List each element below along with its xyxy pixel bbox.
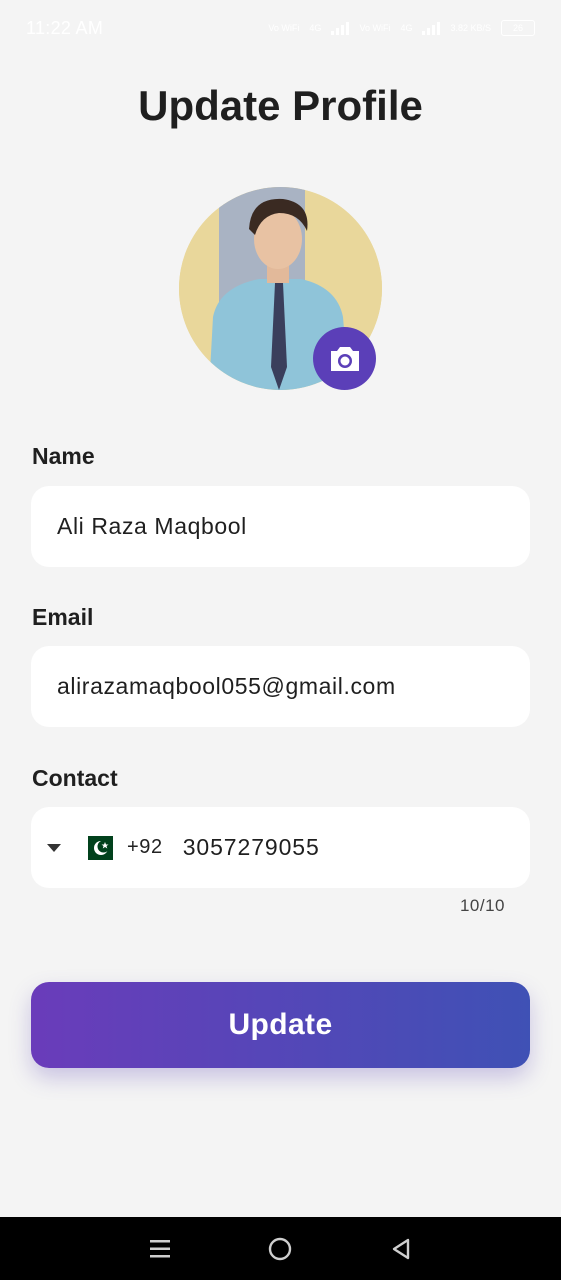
dial-code: +92	[127, 836, 163, 858]
network-label-1: Vo WiFi	[268, 23, 300, 33]
status-time: 11:22 AM	[26, 17, 104, 38]
home-button[interactable]	[260, 1229, 300, 1269]
system-nav-bar	[0, 1217, 561, 1280]
update-button-label: Update	[228, 1008, 333, 1041]
contact-label: Contact	[32, 765, 118, 791]
pakistan-flag-icon[interactable]	[79, 835, 113, 860]
menu-icon	[150, 1239, 171, 1257]
camera-icon	[330, 346, 359, 371]
page-title: Update Profile	[138, 82, 423, 129]
email-label: Email	[32, 604, 94, 630]
network-speed: 3.82 KB/S	[450, 23, 491, 33]
back-button[interactable]	[381, 1229, 421, 1269]
network-label-2: 4G	[309, 23, 322, 33]
battery-icon: 26	[501, 20, 535, 36]
signal-icon-2	[422, 21, 441, 35]
email-field[interactable]: alirazamaqbool055@gmail.com	[31, 646, 530, 727]
network-label-3: Vo WiFi	[359, 23, 391, 33]
avatar-container	[179, 187, 382, 390]
contact-field[interactable]: +92 3057279055	[31, 807, 530, 888]
phone-value: 3057279055	[182, 834, 320, 860]
update-button[interactable]: Update	[31, 982, 530, 1068]
country-dropdown-icon[interactable]	[47, 843, 61, 852]
status-bar: 11:22 AM Vo WiFi 4G Vo WiFi 4G 3.82 KB/S…	[0, 0, 561, 56]
recents-button[interactable]	[140, 1229, 180, 1269]
name-label: Name	[32, 443, 95, 469]
battery-level: 26	[512, 23, 523, 33]
home-circle-icon	[269, 1237, 292, 1260]
phone-char-counter: 10/10	[459, 896, 505, 915]
change-photo-button[interactable]	[313, 327, 376, 390]
status-icons: Vo WiFi 4G Vo WiFi 4G 3.82 KB/S 26	[268, 20, 535, 36]
back-triangle-icon	[392, 1238, 410, 1259]
email-value: alirazamaqbool055@gmail.com	[57, 673, 396, 699]
network-label-4: 4G	[400, 23, 413, 33]
name-value: Ali Raza Maqbool	[57, 513, 247, 539]
name-field[interactable]: Ali Raza Maqbool	[31, 486, 530, 567]
signal-icon	[331, 21, 350, 35]
